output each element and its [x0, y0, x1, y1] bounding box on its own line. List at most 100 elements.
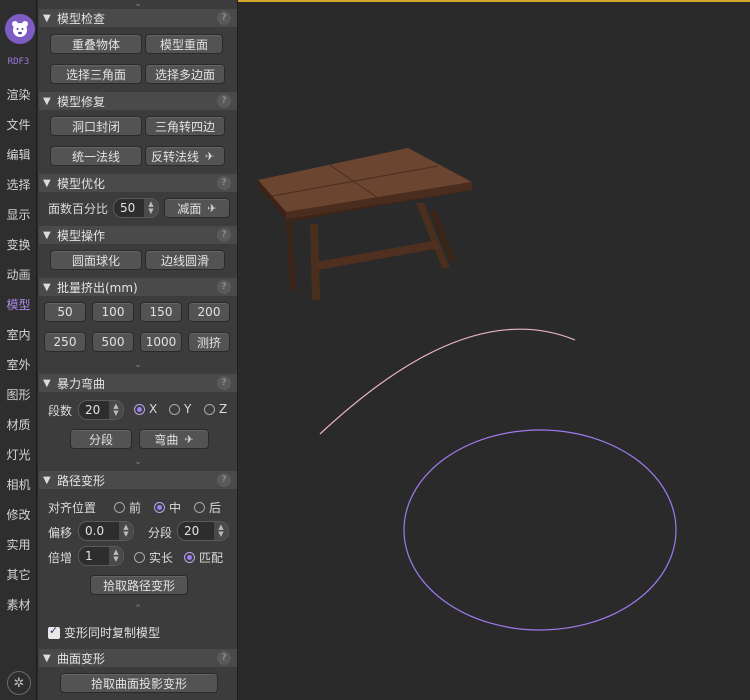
section-surface-deform-header[interactable]: ▼ 曲面变形 ? [39, 649, 237, 667]
nav-item[interactable]: 灯光 [0, 446, 37, 463]
align-front-radio[interactable]: 前 [114, 499, 141, 516]
mode-match-radio[interactable]: 匹配 [184, 549, 223, 566]
nav-item[interactable]: 变换 [0, 236, 37, 253]
wooden-table-model[interactable] [258, 148, 472, 300]
radio-icon [114, 502, 125, 513]
nav-item[interactable]: 材质 [0, 416, 37, 433]
reduce-faces-label: 减面 [177, 201, 202, 216]
copy-model-checkbox[interactable]: 变形同时复制模型 [48, 624, 160, 641]
nav-item[interactable]: 图形 [0, 386, 37, 403]
nav-item[interactable]: 修改 [0, 506, 37, 523]
align-middle-radio[interactable]: 中 [154, 499, 181, 516]
bend-segments-stepper[interactable]: 20 ▲ ▼ [78, 400, 124, 420]
collapse-up-icon[interactable]: ⌄ [128, 0, 148, 9]
stepper-arrows-icon[interactable]: ▲ ▼ [214, 522, 228, 540]
3d-viewport[interactable] [238, 0, 750, 700]
section-title: 模型检查 [57, 11, 106, 26]
stepper-arrows-icon[interactable]: ▲ ▼ [109, 547, 123, 565]
extrude-250-button[interactable]: 250 [44, 332, 86, 352]
extrude-test-button[interactable]: 测挤 [188, 332, 230, 352]
help-icon[interactable]: ? [217, 228, 231, 242]
stepper-arrows-icon[interactable]: ▲ ▼ [109, 401, 123, 419]
unify-normals-button[interactable]: 统一法线 [50, 146, 142, 166]
face-percent-stepper[interactable]: 50 ▲ ▼ [113, 198, 159, 218]
section-model-check-header[interactable]: ▼ 模型检查 ? [39, 9, 237, 27]
nav-item[interactable]: 动画 [0, 266, 37, 283]
help-icon[interactable]: ? [217, 376, 231, 390]
spherify-button[interactable]: 圆面球化 [50, 250, 142, 270]
extrude-1000-button[interactable]: 1000 [140, 332, 182, 352]
mode-real-length-label: 实长 [149, 551, 174, 565]
duplicate-faces-button[interactable]: 模型重面 [145, 34, 223, 54]
pick-path-deform-button[interactable]: 拾取路径变形 [90, 575, 188, 595]
stepper-arrows-icon[interactable]: ▲ ▼ [119, 522, 133, 540]
extrude-50-button[interactable]: 50 [44, 302, 86, 322]
section-title: 曲面变形 [57, 651, 106, 666]
nav-item[interactable]: 渲染 [0, 86, 37, 103]
segment-button[interactable]: 分段 [70, 429, 132, 449]
nav-item[interactable]: 模型 [0, 296, 37, 313]
nav-item[interactable]: 室外 [0, 356, 37, 373]
chevron-down-icon[interactable]: ⌄ [128, 361, 148, 370]
nav-item[interactable]: 相机 [0, 476, 37, 493]
help-icon[interactable]: ? [217, 651, 231, 665]
multiply-label: 倍增 [48, 551, 73, 565]
extrude-500-button[interactable]: 500 [92, 332, 134, 352]
nav-item[interactable]: 素材 [0, 596, 37, 613]
pick-surface-deform-button[interactable]: 拾取曲面投影变形 [60, 673, 218, 693]
help-icon[interactable]: ? [217, 94, 231, 108]
app-logo[interactable] [5, 14, 35, 44]
path-segments-stepper[interactable]: 20 ▲ ▼ [177, 521, 229, 541]
path-segments-label: 分段 [148, 526, 173, 540]
axis-z-radio[interactable]: Z [204, 402, 227, 416]
smooth-edges-button[interactable]: 边线圆滑 [145, 250, 225, 270]
nav-item[interactable]: 室内 [0, 326, 37, 343]
chevron-up-icon[interactable]: ⌃ [128, 605, 148, 614]
help-icon[interactable]: ? [217, 280, 231, 294]
spline-curve[interactable] [319, 328, 576, 435]
select-triangles-button[interactable]: 选择三角面 [50, 64, 142, 84]
section-path-deform-header[interactable]: ▼ 路径变形 ? [39, 471, 237, 489]
chevron-down-icon: ▼ [43, 652, 51, 664]
extrude-100-button[interactable]: 100 [92, 302, 134, 322]
offset-stepper[interactable]: 0.0 ▲ ▼ [78, 521, 134, 541]
bend-segments-value: 20 [85, 403, 101, 417]
section-model-operate-header[interactable]: ▼ 模型操作 ? [39, 226, 237, 244]
tri-to-quad-button[interactable]: 三角转四边 [145, 116, 225, 136]
nav-item[interactable]: 文件 [0, 116, 37, 133]
face-percent-value: 50 [120, 201, 136, 215]
stepper-arrows-icon[interactable]: ▲ ▼ [144, 199, 158, 217]
chevron-down-icon[interactable]: ⌄ [128, 458, 148, 467]
select-polygons-button[interactable]: 选择多边面 [145, 64, 225, 84]
help-icon[interactable]: ? [217, 11, 231, 25]
axis-y-radio[interactable]: Y [169, 402, 191, 416]
ellipse-shape[interactable] [403, 429, 677, 631]
close-holes-button[interactable]: 洞口封闭 [50, 116, 142, 136]
flip-normals-button[interactable]: 反转法线 ✈ [145, 146, 225, 166]
section-model-repair-header[interactable]: ▼ 模型修复 ? [39, 92, 237, 110]
extrude-150-button[interactable]: 150 [140, 302, 182, 322]
nav-item[interactable]: 实用 [0, 536, 37, 553]
section-title: 路径变形 [57, 473, 106, 488]
nav-item[interactable]: 编辑 [0, 146, 37, 163]
section-batch-extrude-header[interactable]: ▼ 批量挤出(mm) ? [39, 278, 237, 296]
axis-x-radio[interactable]: X [134, 402, 157, 416]
section-model-optimize-header[interactable]: ▼ 模型优化 ? [39, 174, 237, 192]
nav-item[interactable]: 其它 [0, 566, 37, 583]
bend-button[interactable]: 弯曲 ✈ [139, 429, 209, 449]
mode-real-length-radio[interactable]: 实长 [134, 549, 173, 566]
settings-icon[interactable]: ✲ [7, 671, 31, 695]
reduce-faces-button[interactable]: 减面 ✈ [164, 198, 230, 218]
axis-x-label: X [149, 402, 158, 416]
multiply-stepper[interactable]: 1 ▲ ▼ [78, 546, 124, 566]
extrude-200-button[interactable]: 200 [188, 302, 230, 322]
help-icon[interactable]: ? [217, 176, 231, 190]
nav-item[interactable]: 显示 [0, 206, 37, 223]
overlap-objects-button[interactable]: 重叠物体 [50, 34, 142, 54]
mode-match-label: 匹配 [199, 551, 224, 565]
nav-item[interactable]: 选择 [0, 176, 37, 193]
align-back-radio[interactable]: 后 [194, 499, 221, 516]
section-force-bend-header[interactable]: ▼ 暴力弯曲 ? [39, 374, 237, 392]
plane-icon: ✈ [184, 432, 194, 446]
help-icon[interactable]: ? [217, 473, 231, 487]
